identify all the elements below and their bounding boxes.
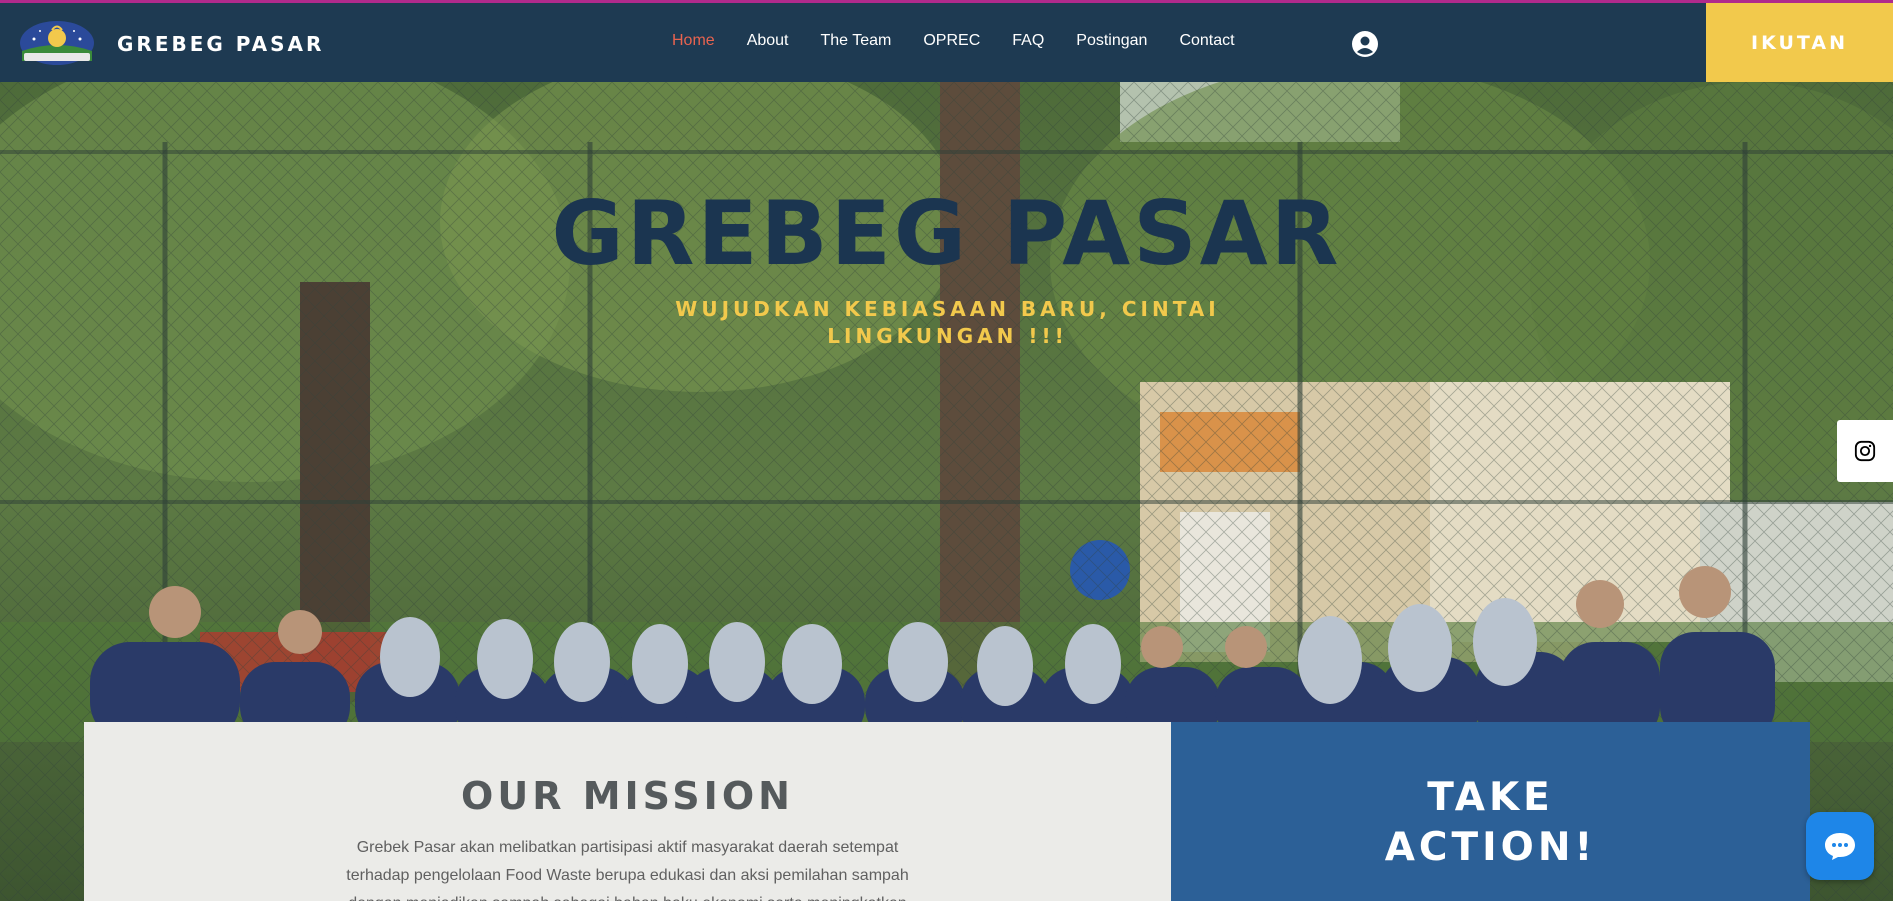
nav-postingan[interactable]: Postingan <box>1076 32 1147 50</box>
nav-about[interactable]: About <box>747 32 789 50</box>
take-action-heading: TAKE ACTION! <box>1171 773 1810 873</box>
nav-the-team[interactable]: The Team <box>821 32 892 50</box>
mission-heading: OUR MISSION <box>461 774 794 818</box>
chat-button[interactable] <box>1806 812 1874 880</box>
grebeg-pasar-logo[interactable] <box>18 17 96 67</box>
site-header: GREBEG PASAR Home About The Team OPREC F… <box>0 3 1893 82</box>
ikutan-button[interactable]: IKUTAN <box>1706 3 1893 82</box>
hero-subtitle: WUJUDKAN KEBIASAAN BARU, CINTAI LINGKUNG… <box>675 297 1220 348</box>
nav-home[interactable]: Home <box>672 32 715 50</box>
brand-name[interactable]: GREBEG PASAR <box>117 32 324 56</box>
user-account-icon[interactable] <box>1351 30 1379 58</box>
take-action-line1: TAKE <box>1427 775 1554 820</box>
nav-contact[interactable]: Contact <box>1179 32 1234 50</box>
instagram-icon <box>1854 440 1876 462</box>
main-nav: Home About The Team OPREC FAQ Postingan … <box>672 32 1267 50</box>
mission-text: Grebek Pasar akan melibatkan partisipasi… <box>346 839 909 901</box>
instagram-link[interactable] <box>1837 420 1893 482</box>
chat-bubble-icon <box>1825 833 1855 860</box>
take-action-panel[interactable]: TAKE ACTION! <box>1171 722 1810 901</box>
take-action-line2: ACTION! <box>1384 825 1597 870</box>
mission-panel: OUR MISSION Grebek Pasar akan melibatkan… <box>84 722 1171 901</box>
nav-faq[interactable]: FAQ <box>1012 32 1044 50</box>
nav-oprec[interactable]: OPREC <box>923 32 980 50</box>
hero-title: GREBEG PASAR <box>551 182 1342 285</box>
